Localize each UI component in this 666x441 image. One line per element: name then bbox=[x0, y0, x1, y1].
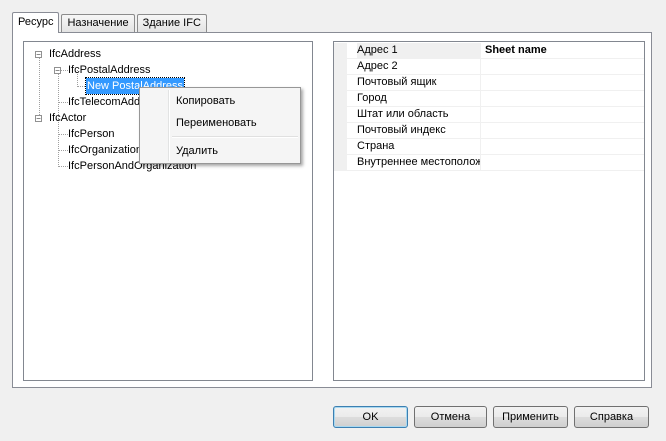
tab-strip: Ресурс Назначение Здание IFC bbox=[12, 12, 209, 33]
help-button[interactable]: Справка bbox=[574, 406, 649, 428]
tree-node-label: IfcPostalAddress bbox=[68, 64, 151, 76]
property-gutter bbox=[334, 139, 347, 155]
context-menu: Копировать Переименовать Удалить bbox=[139, 87, 301, 164]
collapse-icon[interactable]: − bbox=[54, 67, 61, 75]
tab-panel-resource: − IfcAddress − IfcPostalAddress New Post… bbox=[12, 32, 652, 388]
property-gutter bbox=[334, 75, 347, 91]
property-value[interactable] bbox=[480, 123, 643, 139]
property-row-address1[interactable]: Адрес 1 Sheet name bbox=[334, 43, 644, 59]
collapse-icon[interactable]: − bbox=[35, 51, 42, 59]
cancel-button[interactable]: Отмена bbox=[414, 406, 487, 428]
menu-item-copy[interactable]: Копировать bbox=[142, 90, 298, 112]
tree-node-label: IfcOrganization bbox=[68, 144, 142, 156]
collapse-icon[interactable]: − bbox=[35, 115, 42, 123]
tree-node-ifcaddress[interactable]: − IfcAddress bbox=[24, 46, 312, 62]
menu-item-delete[interactable]: Удалить bbox=[142, 140, 298, 162]
property-value[interactable] bbox=[480, 59, 643, 75]
property-gutter bbox=[334, 107, 347, 123]
property-gutter bbox=[334, 43, 347, 59]
tree-node-label: IfcPerson bbox=[68, 128, 115, 140]
apply-button[interactable]: Применить bbox=[493, 406, 568, 428]
property-gutter bbox=[334, 155, 347, 171]
tab-ifc-building[interactable]: Здание IFC bbox=[136, 14, 207, 32]
property-name: Штат или область bbox=[357, 108, 449, 120]
property-name: Почтовый индекс bbox=[357, 124, 446, 136]
property-name: Внутреннее местоположение bbox=[357, 156, 480, 168]
property-value[interactable] bbox=[480, 75, 643, 91]
property-row-country[interactable]: Страна bbox=[334, 139, 644, 155]
property-row-po-box[interactable]: Почтовый ящик bbox=[334, 75, 644, 91]
property-value[interactable] bbox=[480, 155, 643, 171]
property-row-internal-location[interactable]: Внутреннее местоположение bbox=[334, 155, 644, 171]
menu-item-rename[interactable]: Переименовать bbox=[142, 112, 298, 134]
ok-button[interactable]: OK bbox=[333, 406, 408, 428]
property-grid[interactable]: Адрес 1 Sheet name Адрес 2 Почтовый ящик… bbox=[333, 41, 645, 381]
menu-separator bbox=[172, 136, 298, 138]
property-gutter bbox=[334, 59, 347, 75]
property-row-city[interactable]: Город bbox=[334, 91, 644, 107]
tree-node-ifcpostaladdress[interactable]: − IfcPostalAddress bbox=[24, 62, 312, 78]
tree-node-label: IfcAddress bbox=[49, 48, 101, 60]
property-value[interactable] bbox=[480, 91, 643, 107]
tab-assignment[interactable]: Назначение bbox=[61, 14, 135, 32]
tab-resource[interactable]: Ресурс bbox=[12, 12, 60, 33]
property-name: Город bbox=[357, 92, 387, 104]
property-row-state[interactable]: Штат или область bbox=[334, 107, 644, 123]
property-name: Адрес 2 bbox=[357, 60, 398, 72]
property-value[interactable] bbox=[480, 107, 643, 123]
property-name: Почтовый ящик bbox=[357, 76, 437, 88]
property-value[interactable] bbox=[480, 139, 643, 155]
property-name: Адрес 1 bbox=[357, 43, 480, 59]
property-value[interactable]: Sheet name bbox=[480, 43, 643, 59]
tree-node-label: IfcActor bbox=[49, 112, 87, 124]
property-name: Страна bbox=[357, 140, 395, 152]
property-gutter bbox=[334, 123, 347, 139]
property-row-postal-code[interactable]: Почтовый индекс bbox=[334, 123, 644, 139]
property-gutter bbox=[334, 91, 347, 107]
property-row-address2[interactable]: Адрес 2 bbox=[334, 59, 644, 75]
